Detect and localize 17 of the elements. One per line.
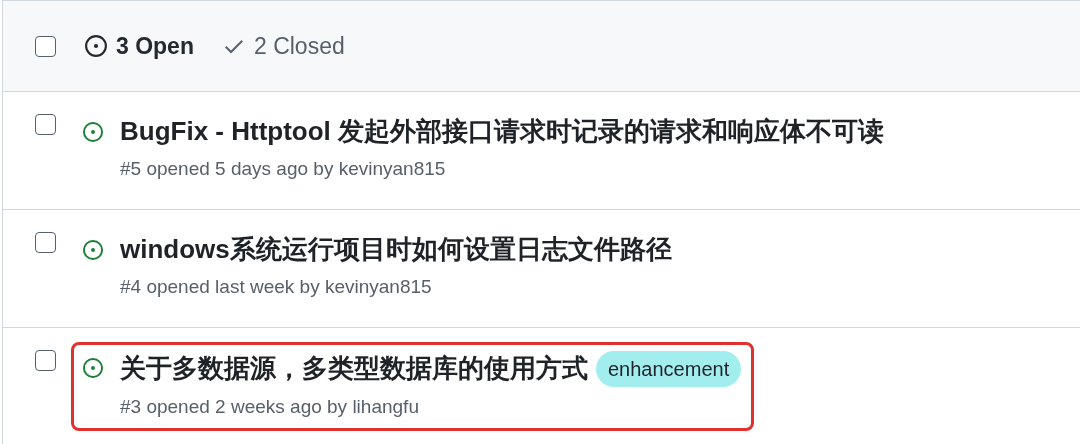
open-issue-icon xyxy=(82,121,104,143)
checkbox[interactable] xyxy=(35,35,56,57)
issue-title-link[interactable]: windows系统运行项目时如何设置日志文件路径 xyxy=(120,233,672,267)
open-issue-icon xyxy=(84,34,108,58)
issue-title-link[interactable]: BugFix - Httptool 发起外部接口请求时记录的请求和响应体不可读 xyxy=(120,115,885,149)
issue-title-link[interactable]: 关于多数据源，多类型数据库的使用方式 xyxy=(120,352,588,386)
issue-meta: #5 opened 5 days ago by kevinyan815 xyxy=(120,156,447,181)
label-tag[interactable]: enhancement xyxy=(596,351,742,387)
open-issue-icon xyxy=(82,239,104,261)
issue-meta: #4 opened last week by kevinyan815 xyxy=(120,274,433,299)
open-issue-icon xyxy=(82,357,104,379)
checkbox[interactable] xyxy=(35,114,56,135)
checkbox[interactable] xyxy=(35,350,56,371)
closed-filter[interactable]: 2 Closed xyxy=(253,28,345,64)
issue-meta: #3 opened 2 weeks ago by lihangfu xyxy=(120,395,420,419)
open-filter[interactable]: 3 Open xyxy=(116,28,194,64)
checkbox[interactable] xyxy=(35,232,56,253)
